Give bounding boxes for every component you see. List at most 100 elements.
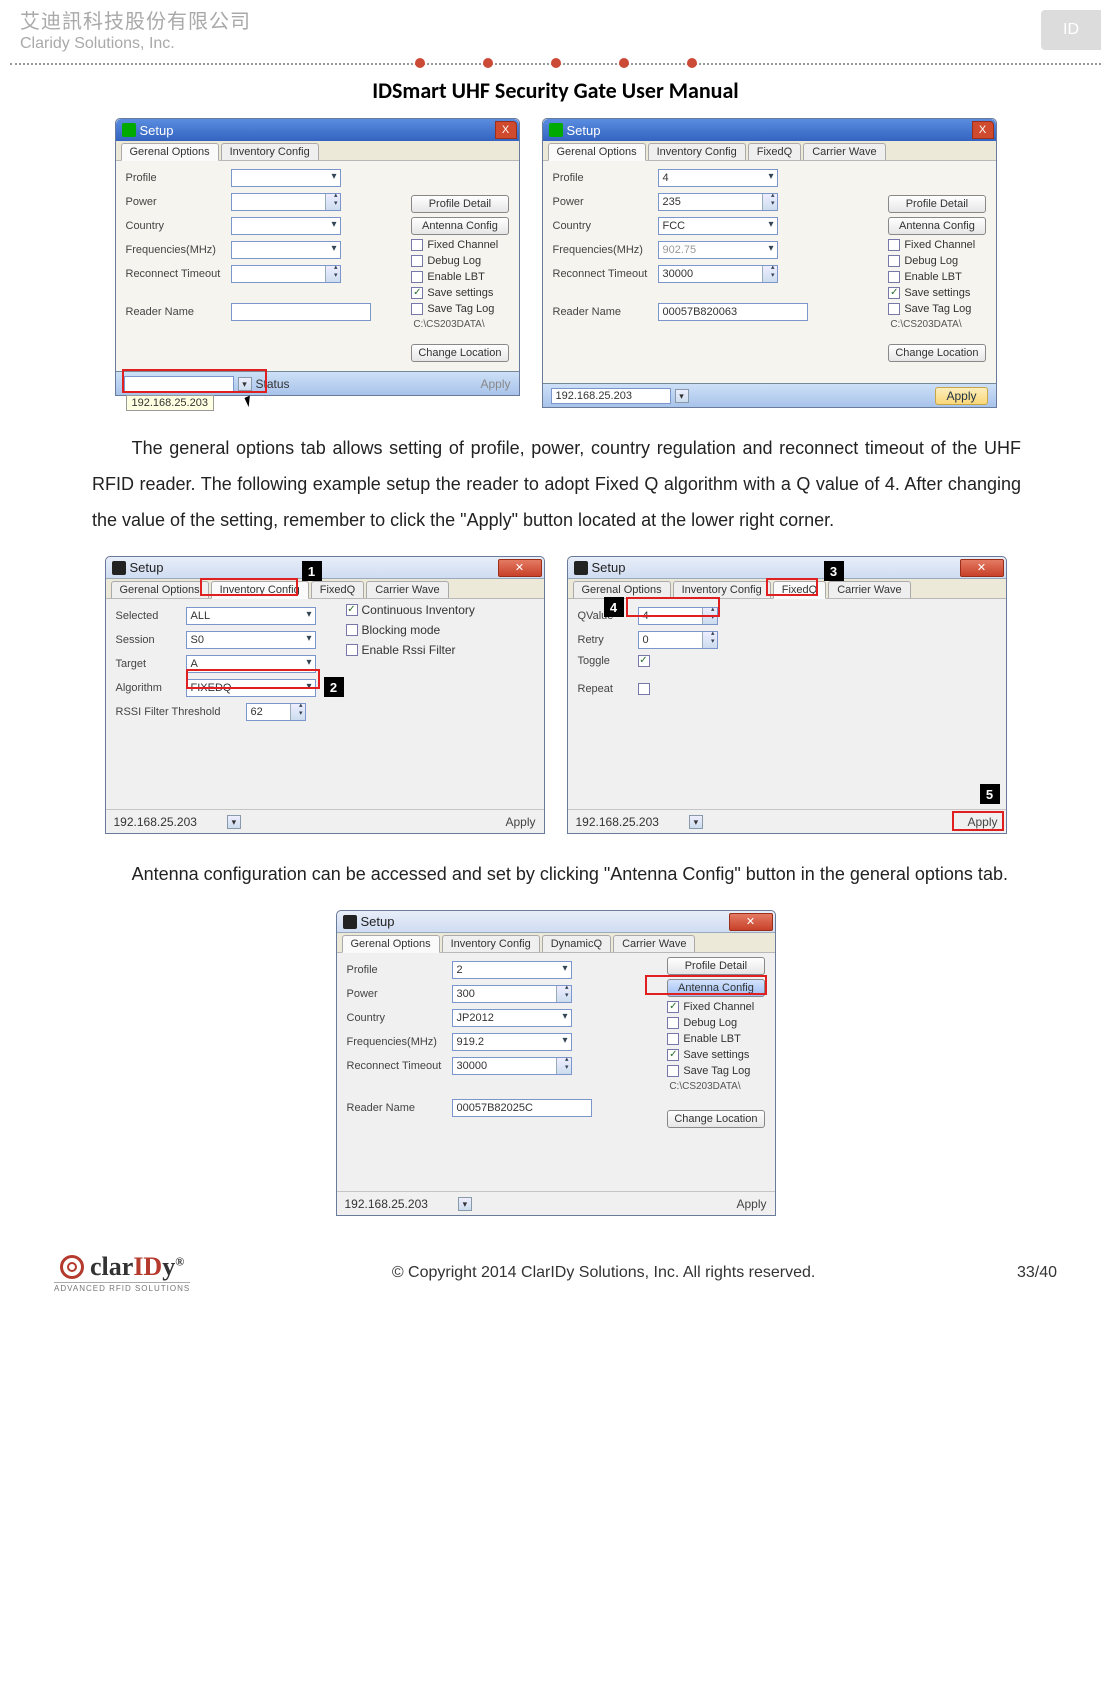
reconnect-spinner[interactable] <box>231 265 341 283</box>
fixed-channel-checkbox[interactable] <box>888 239 900 251</box>
fixed-channel-checkbox[interactable]: ✓ <box>667 1001 679 1013</box>
continuous-inventory-checkbox[interactable]: ✓ <box>346 604 358 616</box>
chevron-down-icon[interactable]: ▾ <box>675 389 689 403</box>
debug-log-checkbox[interactable] <box>888 255 900 267</box>
label-country: Country <box>126 220 231 232</box>
save-settings-label: Save settings <box>683 1049 749 1061</box>
profile-detail-button[interactable]: Profile Detail <box>411 195 508 213</box>
apply-button[interactable]: Apply <box>480 377 510 391</box>
reconnect-spinner[interactable]: 30000 <box>452 1057 572 1075</box>
company-name-en: Claridy Solutions, Inc. <box>20 34 251 53</box>
label-rssi-threshold: RSSI Filter Threshold <box>116 706 246 718</box>
tab-fixedq[interactable]: FixedQ <box>311 581 364 598</box>
enable-lbt-checkbox[interactable] <box>667 1033 679 1045</box>
toggle-checkbox[interactable]: ✓ <box>638 655 650 667</box>
save-settings-checkbox[interactable]: ✓ <box>888 287 900 299</box>
page-footer: clarIDy® ADVANCED RFID SOLUTIONS © Copyr… <box>10 1232 1101 1293</box>
tab-inventory-config[interactable]: Inventory Config <box>442 935 540 952</box>
debug-log-checkbox[interactable] <box>411 255 423 267</box>
tab-dynamicq[interactable]: DynamicQ <box>542 935 611 952</box>
save-tag-log-checkbox[interactable] <box>667 1065 679 1077</box>
change-location-button[interactable]: Change Location <box>411 344 508 362</box>
fixed-channel-label: Fixed Channel <box>427 239 498 251</box>
chevron-down-icon[interactable]: ▾ <box>227 815 241 829</box>
reconnect-spinner[interactable]: 30000 <box>658 265 778 283</box>
chevron-down-icon[interactable]: ▾ <box>458 1197 472 1211</box>
tab-general-options[interactable]: Gerenal Options <box>573 581 671 598</box>
change-location-button[interactable]: Change Location <box>888 344 985 362</box>
save-tag-log-checkbox[interactable] <box>888 303 900 315</box>
enable-rssi-filter-checkbox[interactable] <box>346 644 358 656</box>
profile-dropdown[interactable]: 2 <box>452 961 572 979</box>
profile-dropdown[interactable]: 4 <box>658 169 778 187</box>
tab-inventory-config[interactable]: Inventory Config <box>221 143 319 160</box>
label-profile: Profile <box>126 172 231 184</box>
screenshot-setup-inventory: Setup ✕ Gerenal Options Inventory Config… <box>105 556 545 834</box>
profile-dropdown[interactable] <box>231 169 341 187</box>
apply-button[interactable]: Apply <box>505 815 535 829</box>
power-spinner[interactable] <box>231 193 341 211</box>
country-dropdown[interactable] <box>231 217 341 235</box>
frequencies-dropdown[interactable]: 919.2 <box>452 1033 572 1051</box>
reader-name-field[interactable] <box>231 303 371 321</box>
debug-log-label: Debug Log <box>683 1017 737 1029</box>
profile-detail-button[interactable]: Profile Detail <box>667 957 764 975</box>
frequencies-dropdown[interactable] <box>231 241 341 259</box>
tab-carrier-wave[interactable]: Carrier Wave <box>366 581 448 598</box>
close-icon[interactable]: ✕ <box>960 559 1004 577</box>
tab-general-options[interactable]: Gerenal Options <box>342 935 440 953</box>
frequencies-dropdown[interactable]: 902.75 <box>658 241 778 259</box>
enable-lbt-checkbox[interactable] <box>411 271 423 283</box>
tab-general-options[interactable]: Gerenal Options <box>548 143 646 161</box>
tab-general-options[interactable]: Gerenal Options <box>111 581 209 598</box>
tab-carrier-wave[interactable]: Carrier Wave <box>803 143 885 160</box>
session-dropdown[interactable]: S0 <box>186 631 316 649</box>
save-tag-log-checkbox[interactable] <box>411 303 423 315</box>
power-spinner[interactable]: 235 <box>658 193 778 211</box>
callout-antenna-config <box>645 975 767 995</box>
close-icon[interactable]: ✕ <box>729 913 773 931</box>
screenshot-setup-xp-empty: Setup X Gerenal Options Inventory Config… <box>115 118 520 396</box>
close-icon[interactable]: X <box>495 121 517 139</box>
app-icon <box>574 561 588 575</box>
close-icon[interactable]: ✕ <box>498 559 542 577</box>
apply-button[interactable]: Apply <box>935 387 987 405</box>
tab-carrier-wave[interactable]: Carrier Wave <box>828 581 910 598</box>
change-location-button[interactable]: Change Location <box>667 1110 764 1128</box>
apply-button[interactable]: Apply <box>736 1197 766 1211</box>
retry-spinner[interactable]: 0 <box>638 631 718 649</box>
app-icon <box>343 915 357 929</box>
antenna-config-button[interactable]: Antenna Config <box>411 217 508 235</box>
chevron-down-icon[interactable]: ▾ <box>689 815 703 829</box>
paragraph-antenna-config: Antenna configuration can be accessed an… <box>92 856 1021 892</box>
country-dropdown[interactable]: FCC <box>658 217 778 235</box>
screenshot-setup-xp-filled: Setup X Gerenal Options Inventory Config… <box>542 118 997 408</box>
tab-inventory-config[interactable]: Inventory Config <box>673 581 771 598</box>
save-settings-checkbox[interactable]: ✓ <box>411 287 423 299</box>
power-spinner[interactable]: 300 <box>452 985 572 1003</box>
tab-fixedq[interactable]: FixedQ <box>748 143 801 160</box>
cursor-icon <box>244 393 259 407</box>
close-icon[interactable]: X <box>972 121 994 139</box>
tab-general-options[interactable]: Gerenal Options <box>121 143 219 161</box>
profile-detail-button[interactable]: Profile Detail <box>888 195 985 213</box>
enable-lbt-checkbox[interactable] <box>888 271 900 283</box>
ip-dropdown[interactable]: 192.168.25.203 <box>551 388 671 404</box>
country-dropdown[interactable]: JP2012 <box>452 1009 572 1027</box>
fixed-channel-checkbox[interactable] <box>411 239 423 251</box>
antenna-config-button[interactable]: Antenna Config <box>888 217 985 235</box>
tab-inventory-config[interactable]: Inventory Config <box>648 143 746 160</box>
callout-box-3 <box>766 578 818 596</box>
rssi-threshold-spinner[interactable]: 62 <box>246 703 306 721</box>
reader-name-field[interactable]: 00057B820063 <box>658 303 808 321</box>
label-power: Power <box>553 196 658 208</box>
tab-carrier-wave[interactable]: Carrier Wave <box>613 935 695 952</box>
save-settings-checkbox[interactable]: ✓ <box>667 1049 679 1061</box>
callout-box-5 <box>952 811 1004 831</box>
selected-dropdown[interactable]: ALL <box>186 607 316 625</box>
blocking-mode-checkbox[interactable] <box>346 624 358 636</box>
repeat-checkbox[interactable] <box>638 683 650 695</box>
debug-log-checkbox[interactable] <box>667 1017 679 1029</box>
label-repeat: Repeat <box>578 683 638 695</box>
reader-name-field[interactable]: 00057B82025C <box>452 1099 592 1117</box>
